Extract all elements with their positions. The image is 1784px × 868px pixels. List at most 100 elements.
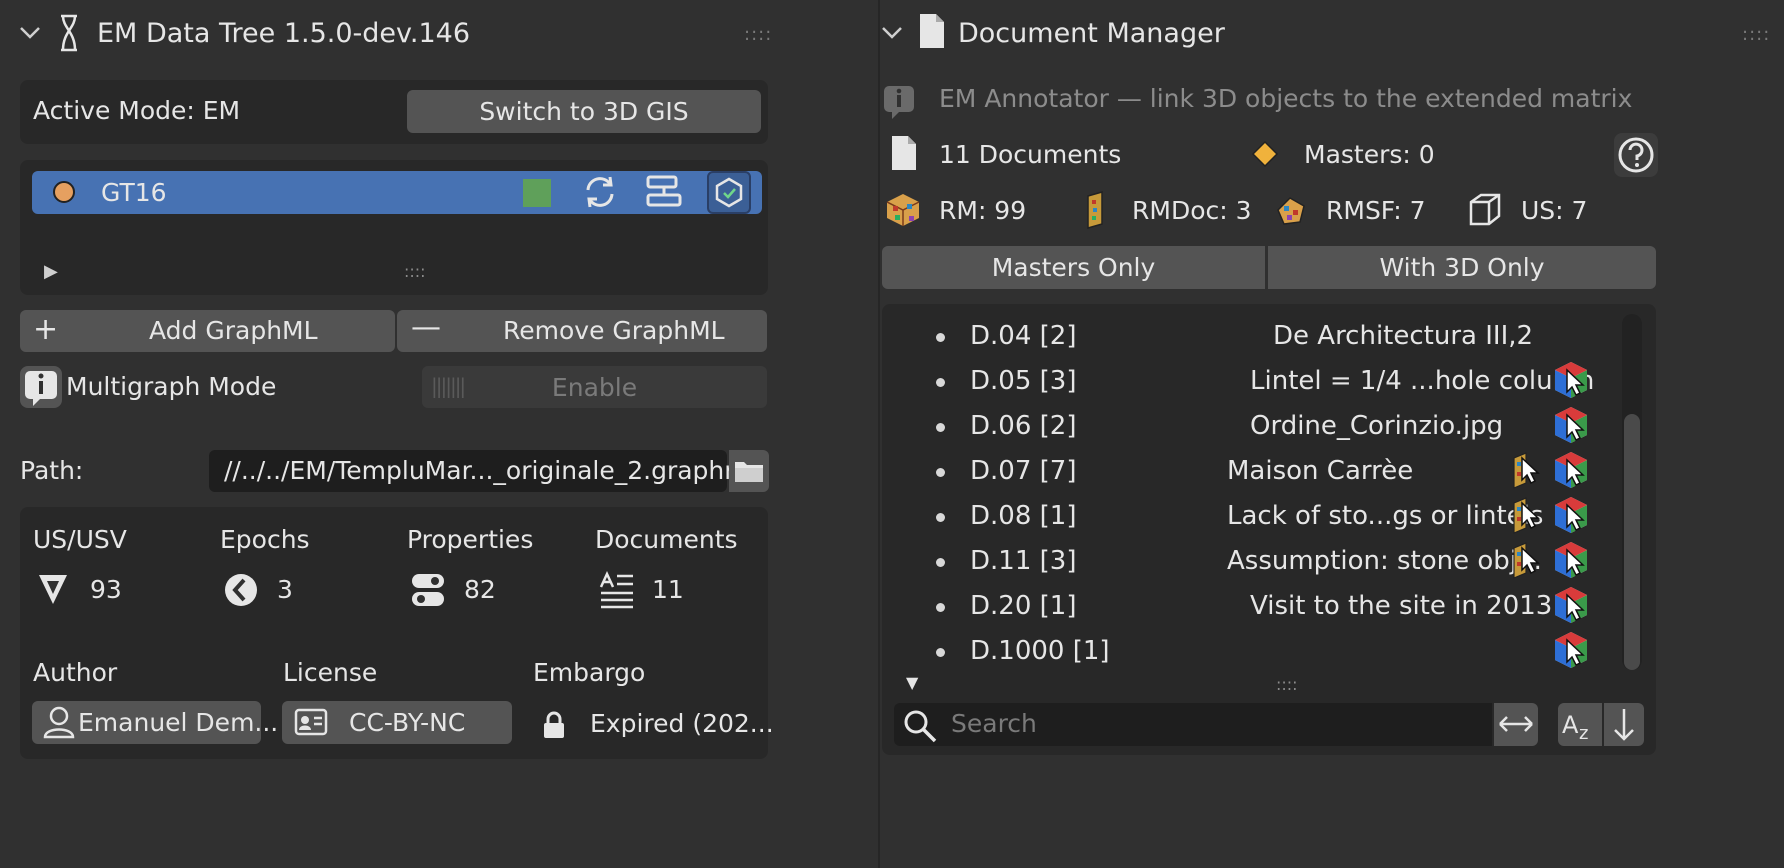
- documents-count: 11 Documents: [939, 140, 1122, 169]
- diamond-icon: [1251, 140, 1279, 168]
- author-label: Author: [33, 658, 118, 687]
- drag-grip[interactable]: ::::: [744, 24, 772, 45]
- document-list-item[interactable]: D.1000 [1]: [880, 627, 1620, 678]
- search-icon: [902, 708, 938, 744]
- document-description: Lack of sto...gs or lintels: [1227, 501, 1544, 531]
- sort-direction-icon[interactable]: [1604, 703, 1644, 746]
- clock-icon: [223, 572, 259, 608]
- select-3d-object-icon[interactable]: [1552, 360, 1590, 400]
- masters-only-button[interactable]: Masters Only: [882, 246, 1265, 289]
- collapse-triangle-icon[interactable]: ▼: [906, 673, 918, 692]
- panel-title: EM Data Tree 1.5.0-dev.146: [97, 18, 471, 49]
- align-icon[interactable]: [645, 174, 683, 210]
- document-id: D.08 [1]: [970, 501, 1077, 531]
- bullet-icon: [936, 648, 945, 657]
- document-list-item[interactable]: D.06 [2] Ordine_Corinzio.jpg: [880, 402, 1620, 453]
- with-3d-only-button[interactable]: With 3D Only: [1268, 246, 1656, 289]
- rmdoc-count: RMDoc: 3: [1132, 196, 1252, 225]
- active-mode-label: Active Mode: EM: [33, 96, 241, 125]
- panel-header[interactable]: EM Data Tree 1.5.0-dev.146 ::::: [0, 0, 878, 72]
- document-icon: [918, 12, 946, 50]
- document-list-item[interactable]: D.04 [2] De Architectura III,2: [880, 312, 1620, 363]
- bullet-icon: [936, 513, 945, 522]
- document-id: D.1000 [1]: [970, 636, 1110, 666]
- select-3d-object-icon[interactable]: [1552, 630, 1590, 670]
- disabled-grip-icon: |||||||: [431, 374, 466, 398]
- license-field[interactable]: CC-BY-NC: [282, 701, 512, 744]
- stat-value-epochs: 3: [277, 575, 293, 604]
- info-bubble-icon: [880, 82, 920, 122]
- document-list-item[interactable]: D.07 [7] Maison Carrèe: [880, 447, 1620, 498]
- author-field[interactable]: Emanuel Dem...: [32, 701, 278, 744]
- drag-grip[interactable]: ::::: [1742, 24, 1770, 45]
- bullet-icon: [936, 378, 945, 387]
- search-placeholder: Search: [951, 709, 1037, 738]
- us-count: US: 7: [1521, 196, 1588, 225]
- select-3d-object-icon[interactable]: [1552, 405, 1590, 445]
- rmsf-icon: [1274, 192, 1310, 228]
- enable-button[interactable]: Enable: [422, 366, 767, 408]
- select-3d-object-icon[interactable]: [1552, 585, 1590, 625]
- document-list-item[interactable]: D.08 [1] Lack of sto...gs or lintels: [880, 492, 1620, 543]
- expand-triangle-icon[interactable]: ▶: [44, 261, 58, 282]
- bullet-icon: [936, 603, 945, 612]
- document-description: Lintel = 1/4 ...hole column: [1250, 366, 1595, 396]
- document-list-item[interactable]: D.05 [3] Lintel = 1/4 ...hole column: [880, 357, 1620, 408]
- svg-text:A: A: [1562, 711, 1579, 739]
- stat-label-us: US/USV: [33, 525, 127, 554]
- color-swatch[interactable]: [523, 179, 551, 207]
- bullet-icon: [936, 468, 945, 477]
- list-resize-grip[interactable]: ::::: [404, 262, 426, 281]
- user-icon: [42, 705, 76, 739]
- select-3d-object-icon[interactable]: [1552, 540, 1590, 580]
- author-value: Emanuel Dem...: [78, 708, 279, 737]
- embargo-value: Expired (202...: [590, 709, 774, 738]
- panel-header[interactable]: Document Manager ::::: [880, 0, 1784, 72]
- add-graphml-button[interactable]: + Add GraphML: [20, 310, 395, 352]
- scrollbar-thumb[interactable]: [1624, 414, 1640, 670]
- link-document-icon[interactable]: [1510, 450, 1548, 490]
- bullet-icon: [936, 423, 945, 432]
- minus-icon: —: [411, 310, 441, 345]
- select-3d-object-icon[interactable]: [1552, 495, 1590, 535]
- document-id: D.20 [1]: [970, 591, 1077, 621]
- document-lines-icon: [598, 571, 636, 609]
- link-document-icon[interactable]: [1510, 495, 1548, 535]
- em-data-tree-panel: EM Data Tree 1.5.0-dev.146 :::: Active M…: [0, 0, 878, 868]
- list-resize-grip[interactable]: ::::: [1276, 675, 1298, 694]
- embargo-label: Embargo: [533, 658, 646, 687]
- folder-icon[interactable]: [729, 450, 769, 492]
- stat-value-properties: 82: [464, 575, 496, 604]
- path-label: Path:: [20, 456, 84, 485]
- rm-cube-icon: [885, 192, 921, 228]
- panel-title: Document Manager: [958, 18, 1225, 49]
- plus-icon: +: [33, 312, 59, 347]
- document-id: D.07 [7]: [970, 456, 1077, 486]
- graph-name: GT16: [101, 178, 167, 207]
- swap-arrows-icon[interactable]: [1494, 703, 1538, 746]
- document-list-item[interactable]: D.11 [3] Assumption: stone obj...: [880, 537, 1620, 588]
- rm-count: RM: 99: [939, 196, 1027, 225]
- add-graphml-label: Add GraphML: [149, 316, 318, 345]
- path-value: //../../EM/TempluMar..._originale_2.grap…: [224, 456, 756, 485]
- rmdoc-icon: [1084, 190, 1110, 230]
- document-description: Ordine_Corinzio.jpg: [1250, 411, 1504, 441]
- remove-graphml-label: Remove GraphML: [503, 316, 725, 345]
- document-manager-panel: Document Manager :::: EM Annotator — lin…: [878, 0, 1784, 868]
- info-text: EM Annotator — link 3D objects to the ex…: [939, 84, 1633, 113]
- link-document-icon[interactable]: [1510, 540, 1548, 580]
- chevron-down-icon[interactable]: [880, 22, 904, 42]
- remove-graphml-button[interactable]: — Remove GraphML: [397, 310, 767, 352]
- refresh-icon[interactable]: [582, 174, 618, 210]
- document-list-item[interactable]: D.20 [1] Visit to the site in 2013: [880, 582, 1620, 633]
- document-icon: [890, 134, 918, 172]
- select-3d-object-icon[interactable]: [1552, 450, 1590, 490]
- help-icon[interactable]: [1614, 133, 1658, 177]
- stat-label-properties: Properties: [407, 525, 534, 554]
- switch-mode-button[interactable]: Switch to 3D GIS: [407, 90, 761, 133]
- graph-shield-icon[interactable]: [707, 171, 751, 214]
- sort-alpha-icon[interactable]: Az: [1558, 703, 1602, 746]
- chevron-down-icon[interactable]: [18, 22, 42, 42]
- svg-text:z: z: [1579, 723, 1588, 744]
- document-id: D.04 [2]: [970, 321, 1077, 351]
